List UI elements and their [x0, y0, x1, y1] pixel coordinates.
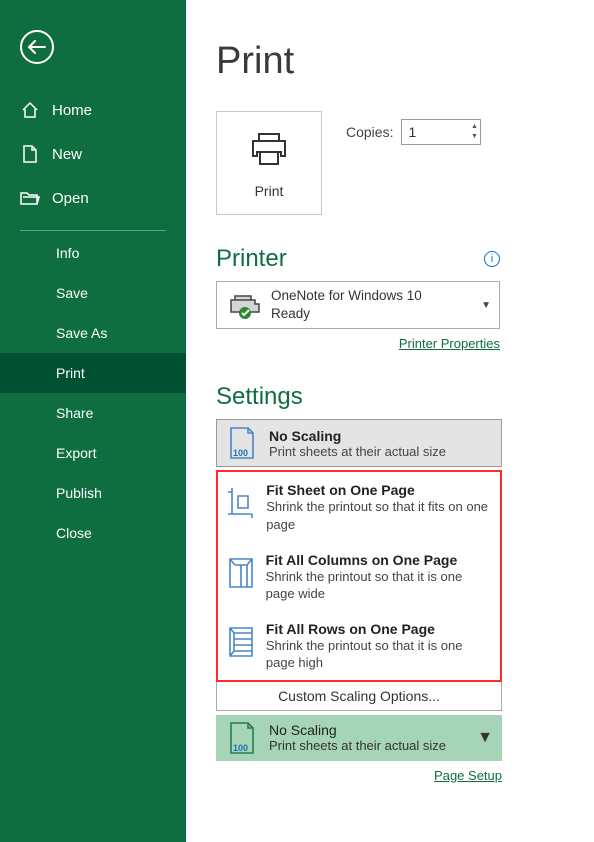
page-title: Print [216, 40, 594, 83]
custom-scaling-options[interactable]: Custom Scaling Options... [216, 682, 502, 711]
option-title: No Scaling [269, 722, 477, 738]
sidebar-label: Print [56, 365, 85, 381]
option-fit-sheet[interactable]: Fit Sheet on One Page Shrink the printou… [218, 472, 500, 541]
settings-section-header: Settings [216, 383, 594, 411]
copies-value: 1 [408, 124, 416, 140]
sidebar-item-share[interactable]: Share [0, 393, 186, 433]
option-title: Fit All Columns on One Page [266, 552, 492, 568]
option-desc: Shrink the printout so that it is one pa… [266, 568, 492, 603]
info-icon[interactable]: i [484, 251, 500, 267]
spinner-down-icon[interactable]: ▼ [468, 132, 480, 142]
sidebar-item-print[interactable]: Print [0, 353, 186, 393]
option-title: Fit All Rows on One Page [266, 621, 492, 637]
sidebar-item-open[interactable]: Open [0, 176, 186, 220]
sidebar-item-close[interactable]: Close [0, 513, 186, 553]
option-desc: Shrink the printout so that it is one pa… [266, 637, 492, 672]
sidebar-label: Close [56, 525, 92, 541]
page-100-icon: 100 [225, 721, 259, 755]
copies-spinner[interactable]: 1 ▲ ▼ [401, 119, 481, 145]
sidebar-label: Home [52, 102, 92, 119]
sidebar-label: Open [52, 190, 89, 207]
option-fit-rows[interactable]: Fit All Rows on One Page Shrink the prin… [218, 611, 500, 680]
sidebar-item-home[interactable]: Home [0, 88, 186, 132]
printer-dropdown[interactable]: OneNote for Windows 10 Ready ▼ [216, 281, 500, 329]
spinner-up-icon[interactable]: ▲ [468, 122, 480, 132]
chevron-down-icon: ▼ [477, 729, 493, 747]
copies-label: Copies: [346, 124, 393, 140]
print-button[interactable]: Print [216, 111, 322, 215]
print-button-label: Print [255, 183, 284, 199]
sidebar-item-save[interactable]: Save [0, 273, 186, 313]
open-icon [20, 188, 40, 208]
printer-status: Ready [271, 305, 481, 323]
option-desc: Print sheets at their actual size [269, 444, 446, 459]
option-title: Fit Sheet on One Page [266, 482, 492, 498]
option-title: No Scaling [269, 428, 446, 444]
printer-section-label: Printer [216, 245, 287, 273]
fit-sheet-icon [226, 486, 256, 520]
back-button[interactable] [20, 30, 54, 64]
printer-icon [248, 128, 290, 173]
printer-section-header: Printer i [216, 245, 500, 273]
home-icon [20, 100, 40, 120]
sidebar-label: Info [56, 245, 79, 261]
svg-text:100: 100 [233, 448, 248, 458]
sidebar-item-publish[interactable]: Publish [0, 473, 186, 513]
page-setup-link[interactable]: Page Setup [434, 768, 502, 783]
sidebar-item-saveas[interactable]: Save As [0, 313, 186, 353]
custom-scaling-label: Custom Scaling Options... [278, 688, 440, 704]
option-desc: Shrink the printout so that it fits on o… [266, 498, 492, 533]
fit-rows-icon [226, 625, 256, 659]
scaling-options-panel: Fit Sheet on One Page Shrink the printou… [216, 470, 502, 681]
fit-columns-icon [226, 556, 256, 590]
page-100-icon: 100 [225, 426, 259, 460]
print-panel: Print Print Copies: 1 ▲ ▼ Printer i [186, 0, 594, 842]
sidebar-label: Save As [56, 325, 107, 341]
option-desc: Print sheets at their actual size [269, 738, 477, 753]
printer-ready-icon [225, 292, 263, 318]
sidebar-divider [20, 230, 166, 231]
svg-text:100: 100 [233, 743, 248, 753]
option-fit-columns[interactable]: Fit All Columns on One Page Shrink the p… [218, 542, 500, 611]
chevron-down-icon: ▼ [481, 300, 491, 311]
sidebar-label: New [52, 146, 82, 163]
sidebar-label: Export [56, 445, 96, 461]
printer-properties-link[interactable]: Printer Properties [399, 336, 500, 351]
sidebar-label: Save [56, 285, 88, 301]
backstage-sidebar: Home New Open Info Save Save As Print Sh… [0, 0, 186, 842]
sidebar-label: Publish [56, 485, 102, 501]
sidebar-item-export[interactable]: Export [0, 433, 186, 473]
sidebar-item-new[interactable]: New [0, 132, 186, 176]
printer-name: OneNote for Windows 10 [271, 287, 481, 305]
scaling-dropdown-open[interactable]: 100 No Scaling Print sheets at their act… [216, 419, 502, 467]
sidebar-item-info[interactable]: Info [0, 233, 186, 273]
new-icon [20, 144, 40, 164]
settings-section-label: Settings [216, 383, 303, 411]
scaling-dropdown-selected[interactable]: 100 No Scaling Print sheets at their act… [216, 715, 502, 761]
sidebar-label: Share [56, 405, 93, 421]
